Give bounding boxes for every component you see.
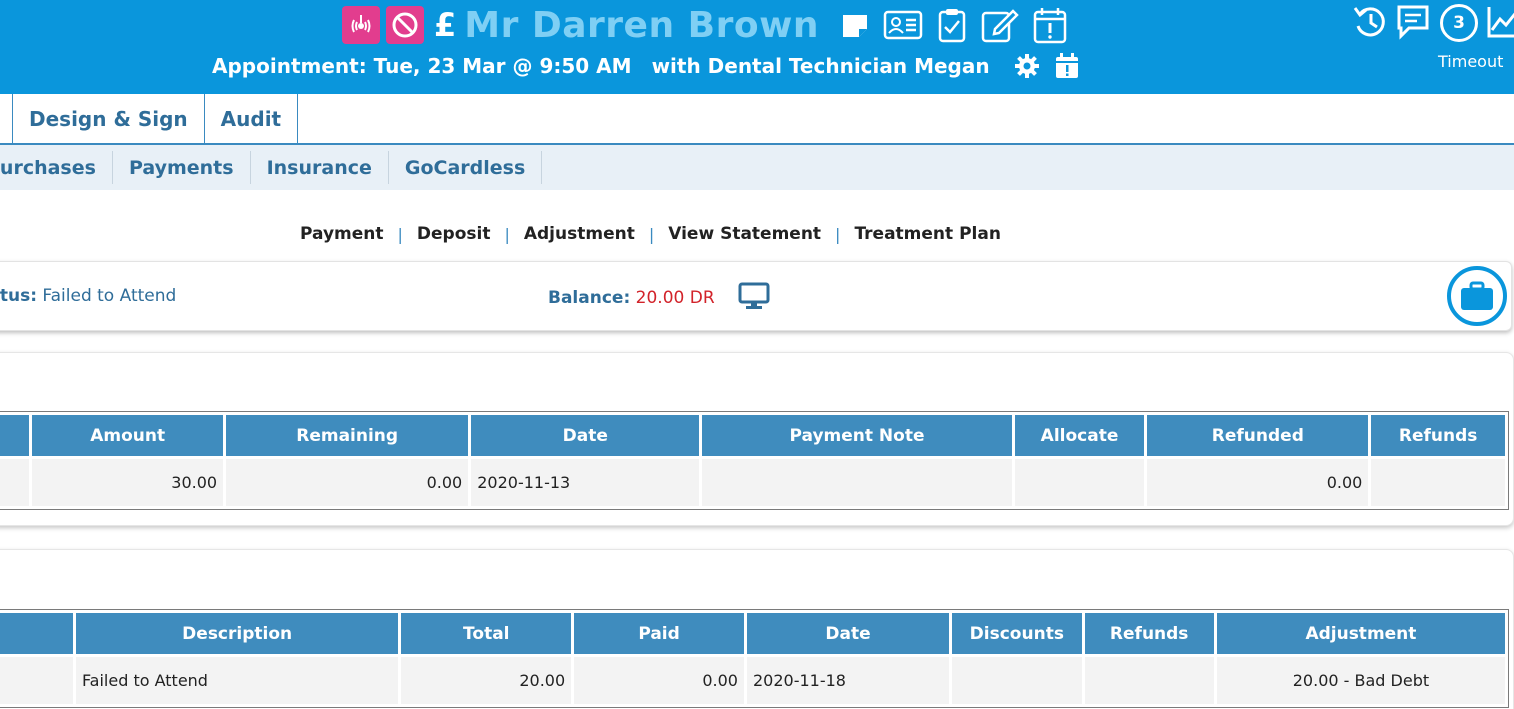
account-actions: Payment | Deposit | Adjustment | View St… xyxy=(300,220,1001,248)
calendar-icon[interactable] xyxy=(1054,52,1080,80)
separator: | xyxy=(835,224,841,244)
total-cell: 20.00 xyxy=(401,657,572,704)
column-header[interactable]: Date xyxy=(746,613,950,654)
date-cell: 2020-11-18 xyxy=(746,657,950,704)
briefcase-icon xyxy=(1461,281,1493,310)
column-header[interactable]: Amount xyxy=(32,415,224,456)
briefcase-button[interactable] xyxy=(1447,266,1507,326)
column-header[interactable] xyxy=(0,415,30,456)
column-header[interactable] xyxy=(0,613,73,654)
clipboard-check-icon[interactable] xyxy=(937,7,967,43)
column-header[interactable]: Refunds xyxy=(1371,415,1505,456)
main-tabs: Design & Sign Audit xyxy=(0,94,1514,145)
refunded-cell: 0.00 xyxy=(1147,459,1369,506)
column-header[interactable]: Discounts xyxy=(952,613,1082,654)
view-statement-link[interactable]: View Statement xyxy=(668,224,821,244)
column-header[interactable]: Refunds xyxy=(1084,613,1214,654)
column-header[interactable]: Date xyxy=(471,415,700,456)
deposit-link[interactable]: Deposit xyxy=(417,224,491,244)
trend-chart-icon[interactable] xyxy=(1486,4,1514,44)
adjustment-link[interactable]: Adjustment xyxy=(524,224,635,244)
id-card-icon[interactable] xyxy=(883,9,923,41)
tab-audit[interactable]: Audit xyxy=(203,94,299,144)
column-header[interactable]: Description xyxy=(75,613,399,654)
remaining-cell: 0.00 xyxy=(226,459,469,506)
separator: | xyxy=(397,224,403,244)
timeout-label[interactable]: Timeout xyxy=(1438,52,1503,71)
column-header[interactable]: Paid xyxy=(574,613,744,654)
edit-icon[interactable] xyxy=(981,7,1019,43)
history-icon[interactable] xyxy=(1352,4,1388,44)
discounts-cell xyxy=(952,657,1082,704)
chat-icon[interactable] xyxy=(1396,4,1430,44)
date-cell: 2020-11-13 xyxy=(471,459,700,506)
description-cell: Failed to Attend xyxy=(75,657,399,704)
table-cell xyxy=(0,459,30,506)
notification-count-badge[interactable]: 3 xyxy=(1440,4,1478,42)
column-header[interactable]: Refunded xyxy=(1147,415,1369,456)
table-header-row: Description Total Paid Date Discounts Re… xyxy=(0,613,1505,654)
subtab-gocardless[interactable]: GoCardless xyxy=(389,151,543,184)
header-tools: 3 Timeout xyxy=(1344,2,1514,72)
sticky-note-icon[interactable] xyxy=(841,11,869,39)
patient-header: £ Mr Darren Brown Appointment: Tue, 23 M… xyxy=(0,0,1514,94)
separator: | xyxy=(648,224,655,244)
payment-link[interactable]: Payment xyxy=(300,224,384,244)
pound-icon[interactable]: £ xyxy=(434,6,456,44)
status-label: Status: xyxy=(0,286,37,306)
patient-header-row: £ Mr Darren Brown xyxy=(342,4,1081,46)
paid-cell: 0.00 xyxy=(574,657,744,704)
subtab-purchases[interactable]: Purchases xyxy=(0,151,113,184)
payments-table: Amount Remaining Date Payment Note Alloc… xyxy=(0,411,1509,510)
account-status: Status: Failed to Attend xyxy=(0,286,176,306)
appointment-row: Appointment: Tue, 23 Mar @ 9:50 AM with … xyxy=(212,50,1094,82)
purchases-table: Description Total Paid Date Discounts Re… xyxy=(0,609,1509,708)
calendar-alert-icon[interactable] xyxy=(1033,6,1067,44)
status-value: Failed to Attend xyxy=(42,286,177,306)
payment-note-cell xyxy=(702,459,1012,506)
sub-tabs: Purchases Payments Insurance GoCardless xyxy=(0,145,1514,190)
account-balance: Balance: 20.00 DR xyxy=(548,288,715,308)
column-header[interactable]: Total xyxy=(401,613,572,654)
refunds-cell[interactable] xyxy=(1371,459,1505,506)
monitor-icon[interactable] xyxy=(738,282,770,314)
allocate-cell[interactable] xyxy=(1014,459,1145,506)
appointment-clinician[interactable]: with Dental Technician Megan xyxy=(652,54,990,78)
table-row[interactable]: Failed to Attend 20.00 0.00 2020-11-18 2… xyxy=(0,657,1505,704)
medical-alert-icon[interactable] xyxy=(342,6,380,44)
separator: | xyxy=(504,224,510,244)
column-header[interactable]: Remaining xyxy=(226,415,469,456)
subtab-insurance[interactable]: Insurance xyxy=(251,151,389,184)
tab-design-and-sign[interactable]: Design & Sign xyxy=(12,94,204,144)
no-entry-icon[interactable] xyxy=(386,6,424,44)
table-header-row: Amount Remaining Date Payment Note Alloc… xyxy=(0,415,1505,456)
treatment-plan-link[interactable]: Treatment Plan xyxy=(854,224,1001,244)
account-status-panel: Status: Failed to Attend Balance: 20.00 … xyxy=(0,261,1512,331)
column-header[interactable]: Payment Note xyxy=(702,415,1012,456)
balance-value: 20.00 DR xyxy=(635,288,715,308)
table-cell xyxy=(0,657,73,704)
amount-cell: 30.00 xyxy=(32,459,224,506)
adjustment-cell: 20.00 - Bad Debt xyxy=(1216,657,1505,704)
appointment-datetime[interactable]: Appointment: Tue, 23 Mar @ 9:50 AM xyxy=(212,54,632,78)
column-header[interactable]: Allocate xyxy=(1014,415,1145,456)
balance-label: Balance: xyxy=(548,288,631,308)
refunds-cell xyxy=(1084,657,1214,704)
gear-icon[interactable] xyxy=(1014,53,1040,79)
subtab-payments[interactable]: Payments xyxy=(113,151,251,184)
column-header[interactable]: Adjustment xyxy=(1216,613,1505,654)
table-row[interactable]: 30.00 0.00 2020-11-13 0.00 xyxy=(0,459,1505,506)
patient-name[interactable]: Mr Darren Brown xyxy=(464,5,819,46)
